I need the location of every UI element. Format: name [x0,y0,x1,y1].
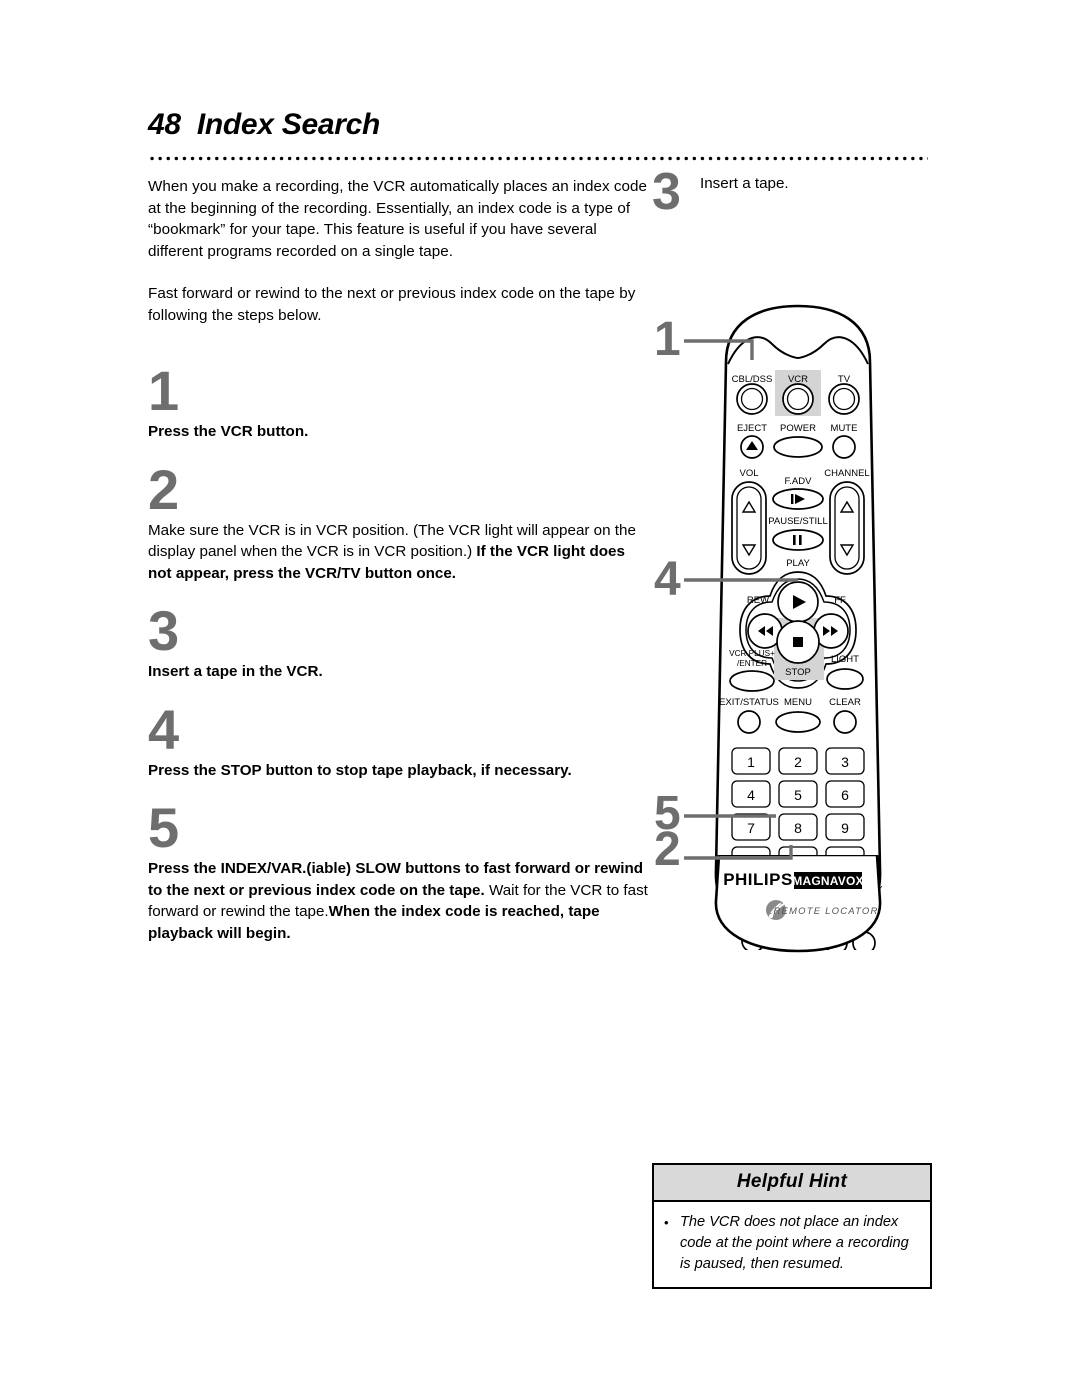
label-eject: EJECT [737,423,767,434]
brand-magnavox: MAGNAVOX [792,874,863,888]
step-number-1: 1 [148,359,179,422]
left-content-column: When you make a recording, the VCR autom… [148,176,648,944]
key-4-label: 4 [747,787,755,803]
right-content-column: 3 Insert a tape. [652,163,952,232]
step-number-2: 2 [148,457,179,521]
label-f-adv: F.ADV [785,476,813,487]
vol-rocker-inner [736,486,762,570]
channel-rocker-inner [834,486,860,570]
page-title: 48 Index Search [148,108,380,141]
intro-paragraph-2: Fast forward or rewind to the next or pr… [148,285,636,324]
pause-still-button [772,529,824,551]
step-number-4: 4 [148,697,179,761]
vcr-plus-enter-button [729,670,775,692]
step-text-3-bold: Insert a tape in the VCR. [148,663,323,680]
label-channel: CHANNEL [824,468,869,479]
key-1-label: 1 [747,754,755,770]
stop-icon [793,637,803,647]
step-text-2: Make sure the VCR is in VCR position. (T… [148,520,648,585]
label-enter: /ENTER [737,659,767,668]
remote-control-illustration: .bodyline { fill:#fff; stroke:#000; stro… [648,300,948,950]
brand-philips: PHILIPS [723,870,793,889]
light-button [826,668,864,690]
label-stop: STOP [785,667,811,678]
label-play: PLAY [786,558,810,569]
power-button [773,436,823,458]
step-text-4-bold: Press the STOP button to stop tape playb… [148,761,572,779]
right-step-text: Insert a tape. [700,175,789,192]
label-menu: MENU [784,697,812,708]
cbl-dss-button-inner [740,387,764,411]
right-step-number: 3 [652,163,681,221]
label-pause-still: PAUSE/STILL [768,516,828,527]
intro-paragraph-1: When you make a recording, the VCR autom… [148,178,647,260]
label-clear: CLEAR [829,697,861,708]
key-7-label: 7 [747,820,755,836]
right-step-3: 3 Insert a tape. [652,163,952,232]
label-exit-status: EXIT/STATUS [719,697,779,708]
menu-button [775,711,821,733]
step-number-3: 3 [148,599,179,662]
label-ff: FF [834,595,846,606]
helpful-hint-box: Helpful Hint • The VCR does not place an… [652,1163,932,1289]
vcr-button-inner [786,387,810,411]
key-9-label: 9 [841,820,849,836]
callout-number-4: 4 [654,553,681,606]
helpful-hint-text: The VCR does not place an index code at … [680,1214,909,1272]
mute-button [832,435,856,459]
label-mute: MUTE [831,423,858,434]
label-power: POWER [780,423,816,434]
step-text-1: Press the VCR button. [148,421,648,443]
callout-number-2: 2 [654,823,681,876]
title-divider-dotted [148,156,928,161]
callout-number-1: 1 [654,313,681,366]
key-5-label: 5 [794,787,802,803]
key-6-label: 6 [841,787,849,803]
step-text-3: Insert a tape in the VCR. [148,661,648,683]
key-2-label: 2 [794,754,802,770]
label-remote-locator: REMOTE LOCATOR [773,906,878,917]
step-text-4: Press the STOP button to stop tape playb… [148,760,648,782]
step-text-1-bold: Press the VCR button. [148,423,309,440]
remote-brand-panel: .bodyline2 { fill:#fff; stroke:#000; str… [648,853,948,965]
helpful-hint-body: • The VCR does not place an index code a… [654,1202,930,1287]
step-text-5: Press the INDEX/VAR.(iable) SLOW buttons… [148,858,648,944]
clear-button [833,710,857,734]
key-8-label: 8 [794,820,802,836]
key-3-label: 3 [841,754,849,770]
label-rew: REW [747,595,769,606]
label-light: LIGHT [831,654,859,665]
label-vcr-plus: VCR PLUS+ [729,649,775,658]
step-number-5: 5 [148,796,179,859]
label-vol: VOL [739,468,758,479]
exit-status-button [737,710,761,734]
tv-button-inner [832,387,856,411]
helpful-hint-heading: Helpful Hint [654,1165,930,1202]
helpful-hint-bullet: • [664,1215,669,1230]
